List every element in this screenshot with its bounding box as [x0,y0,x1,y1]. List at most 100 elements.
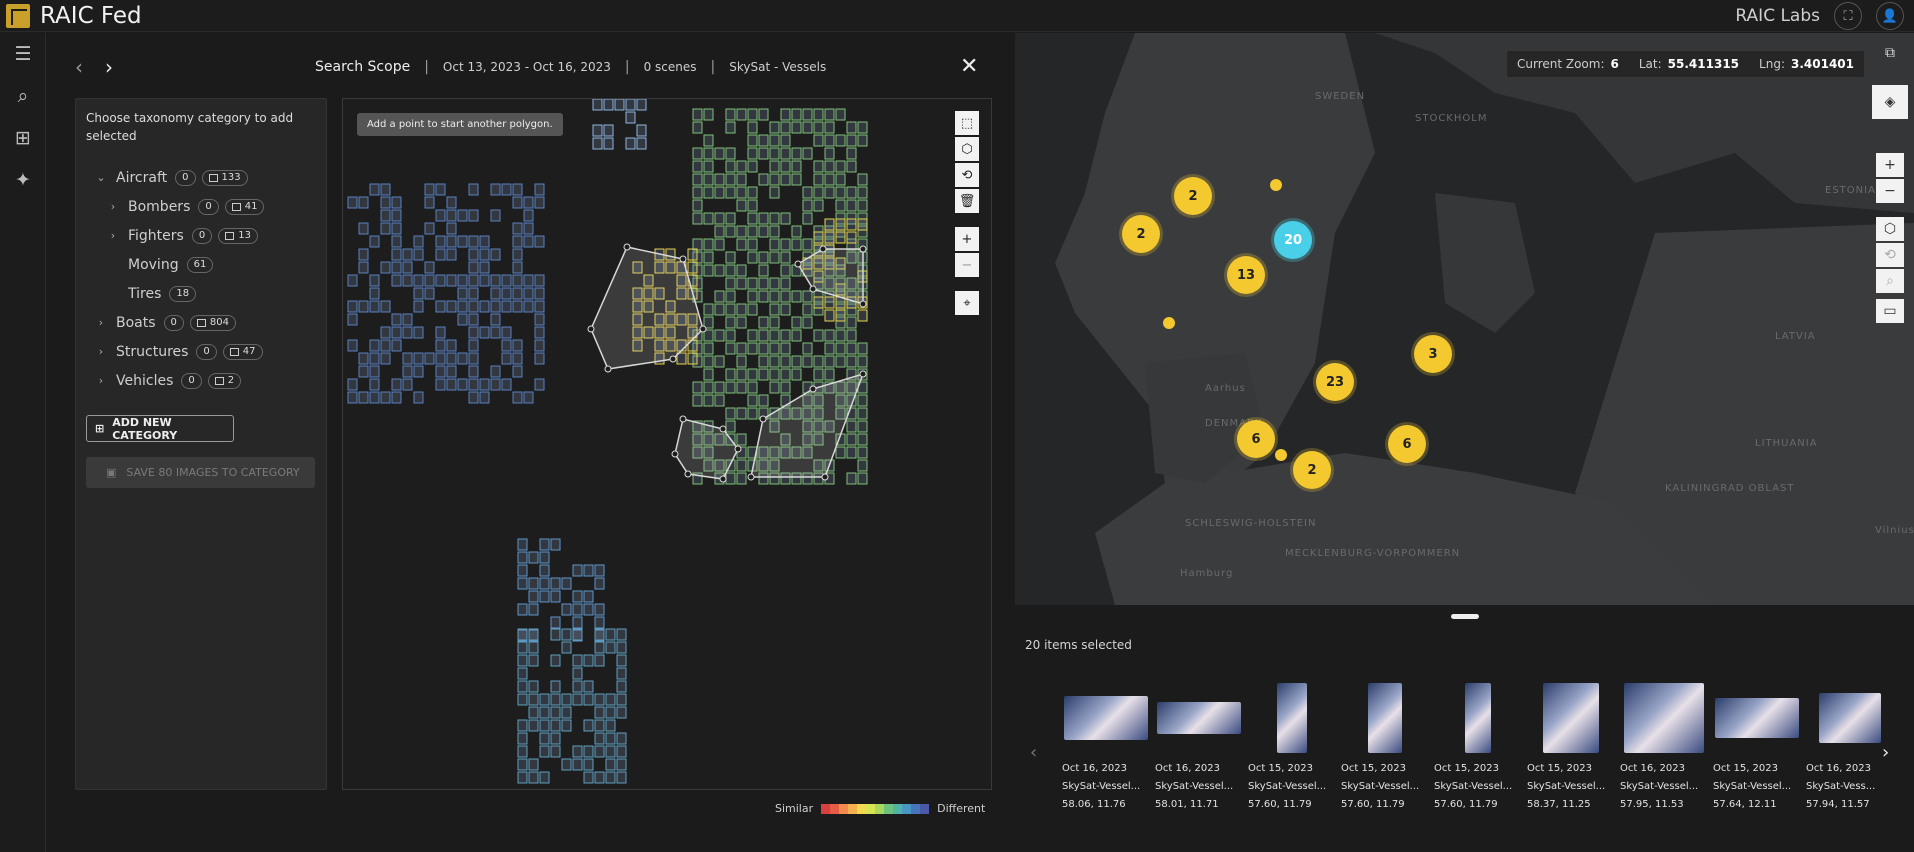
vessel-image[interactable] [1713,682,1801,754]
next-arrow-icon[interactable]: › [105,55,135,79]
result-thumbnail[interactable]: Oct 15, 2023 SkySat-Vessel... 58.37, 11.… [1527,682,1615,814]
zoom-out-icon[interactable]: − [1876,179,1904,203]
chevron-right-icon[interactable]: › [94,374,108,387]
polygon-vertex[interactable] [669,355,677,363]
vessel-image[interactable] [1527,682,1615,754]
point-marker[interactable] [1270,179,1282,191]
select-cursor-icon[interactable]: ⬚ [955,111,979,135]
chevron-right-icon[interactable]: › [94,316,108,329]
add-new-category-button[interactable]: ⊞ ADD NEW CATEGORY [86,415,234,442]
zoom-in-icon[interactable]: + [955,227,979,251]
vessel-image[interactable] [1155,682,1243,754]
polygon-vertex[interactable] [604,365,612,373]
list-icon[interactable]: ☰ [0,33,46,75]
polygon-vertex[interactable] [623,243,631,251]
taxonomy-item[interactable]: › Boats 0 804 [86,308,316,337]
taxonomy-item[interactable]: ⌄ Aircraft 0 133 [86,163,316,192]
cluster-marker[interactable]: 2 [1293,451,1331,489]
vessel-image[interactable] [1062,682,1150,754]
taxonomy-item[interactable]: Tires 18 [86,279,316,308]
result-thumbnail[interactable]: Oct 16, 2023 SkySat-Vess... 57.94, 11.57 [1806,682,1894,814]
prev-arrow-icon[interactable]: ‹ [75,55,105,79]
world-map[interactable]: Current Zoom: 6 Lat: 55.411315 Lng: 3.40… [1015,33,1914,605]
carousel-prev-icon[interactable]: ‹ [1030,742,1037,763]
cluster-marker[interactable]: 2 [1122,215,1160,253]
taxonomy-item[interactable]: › Bombers 0 41 [86,192,316,221]
polygon-vertex[interactable] [587,325,595,333]
taxonomy-item[interactable]: › Vehicles 0 2 [86,366,316,395]
polygon-vertex[interactable] [684,470,692,478]
polygon-vertex[interactable] [759,415,767,423]
polygon-vertex[interactable] [679,415,687,423]
cluster-marker[interactable]: 2 [1174,177,1212,215]
result-thumbnail[interactable]: Oct 16, 2023 SkySat-Vessel... 58.06, 11.… [1062,682,1150,814]
result-thumbnail[interactable]: Oct 16, 2023 SkySat-Vessel... 57.95, 11.… [1620,682,1708,814]
polygon-vertex[interactable] [819,245,827,253]
cluster-marker-selected[interactable]: 20 [1274,221,1312,259]
point-marker[interactable] [1275,449,1287,461]
result-thumbnail[interactable]: Oct 16, 2023 SkySat-Vessel... 58.01, 11.… [1155,682,1243,814]
cluster-marker[interactable]: 3 [1414,335,1452,373]
ruler-icon[interactable]: ▭ [1876,299,1904,323]
fullscreen-icon[interactable]: ⛶ [1834,2,1862,30]
polygon-vertex[interactable] [794,260,802,268]
taxonomy-item[interactable]: › Fighters 0 13 [86,221,316,250]
panel-resize-handle[interactable] [1451,614,1479,619]
user-avatar-icon[interactable]: 👤 [1876,2,1904,30]
chevron-right-icon[interactable]: › [94,345,108,358]
taxonomy-item[interactable]: › Structures 0 47 [86,337,316,366]
zoom-out-icon[interactable]: − [955,253,979,277]
lasso-icon[interactable]: ⟲ [1876,243,1904,267]
polygon-vertex[interactable] [821,473,829,481]
cluster-marker[interactable]: 13 [1227,256,1265,294]
polygon-vertex[interactable] [809,385,817,393]
cluster-marker[interactable]: 6 [1388,425,1426,463]
scene-tile [603,137,614,150]
result-thumbnail[interactable]: Oct 15, 2023 SkySat-Vessel... 57.60, 11.… [1434,682,1522,814]
polygon-vertex[interactable] [859,245,867,253]
cluster-marker[interactable]: 23 [1316,363,1354,401]
result-thumbnail[interactable]: Oct 15, 2023 SkySat-Vessel... 57.60, 11.… [1341,682,1429,814]
vessel-image[interactable] [1434,682,1522,754]
chevron-down-icon[interactable]: ⌄ [94,171,108,184]
fit-bounds-icon[interactable]: ⌖ [955,291,979,315]
search-polygon-map[interactable]: Add a point to start another polygon. ⬚ … [342,98,992,790]
cluster-marker[interactable]: 6 [1237,420,1275,458]
save-images-button[interactable]: ▣ SAVE 80 IMAGES TO CATEGORY [86,457,315,488]
polygon-vertex[interactable] [719,475,727,483]
polygon-vertex[interactable] [719,425,727,433]
polygon-vertex[interactable] [747,473,755,481]
vessel-image[interactable] [1620,682,1708,754]
chevron-right-icon[interactable]: › [106,229,120,242]
scene-tile [846,147,857,160]
point-marker[interactable] [1163,317,1175,329]
polygon-vertex[interactable] [859,370,867,378]
result-thumbnail[interactable]: Oct 15, 2023 SkySat-Vessel... 57.60, 11.… [1248,682,1336,814]
scene-tile [528,590,539,603]
lasso-icon[interactable]: ⟲ [955,163,979,187]
polygon-vertex[interactable] [734,445,742,453]
close-icon[interactable]: ✕ [960,54,978,79]
zoom-in-icon[interactable]: + [1876,153,1904,177]
polygon-vertex[interactable] [671,450,679,458]
vessel-image[interactable] [1341,682,1429,754]
polygon-vertex[interactable] [679,255,687,263]
taxonomy-tree-icon[interactable]: ⊞ [0,117,46,159]
polygon-vertex[interactable] [809,285,817,293]
chevron-right-icon[interactable]: › [106,200,120,213]
delete-icon[interactable]: 🗑 [955,189,979,213]
layers-icon[interactable]: ◈ [1872,85,1908,119]
search-icon[interactable]: ⌕ [0,75,46,117]
vessel-image[interactable] [1806,682,1894,754]
magnify-icon[interactable]: ⌕ [1876,269,1904,293]
taxonomy-item[interactable]: Moving 61 [86,250,316,279]
polygon-vertex[interactable] [859,300,867,308]
polygon-icon[interactable]: ⬡ [955,137,979,161]
sparkle-icon[interactable]: ✦ [0,159,46,201]
polygon-vertex[interactable] [699,325,707,333]
polygon-icon[interactable]: ⬡ [1876,217,1904,241]
carousel-next-icon[interactable]: › [1882,742,1889,763]
result-thumbnail[interactable]: Oct 15, 2023 SkySat-Vessel... 57.64, 12.… [1713,682,1801,814]
vessel-image[interactable] [1248,682,1336,754]
copy-icon[interactable]: ⧉ [1876,41,1904,65]
